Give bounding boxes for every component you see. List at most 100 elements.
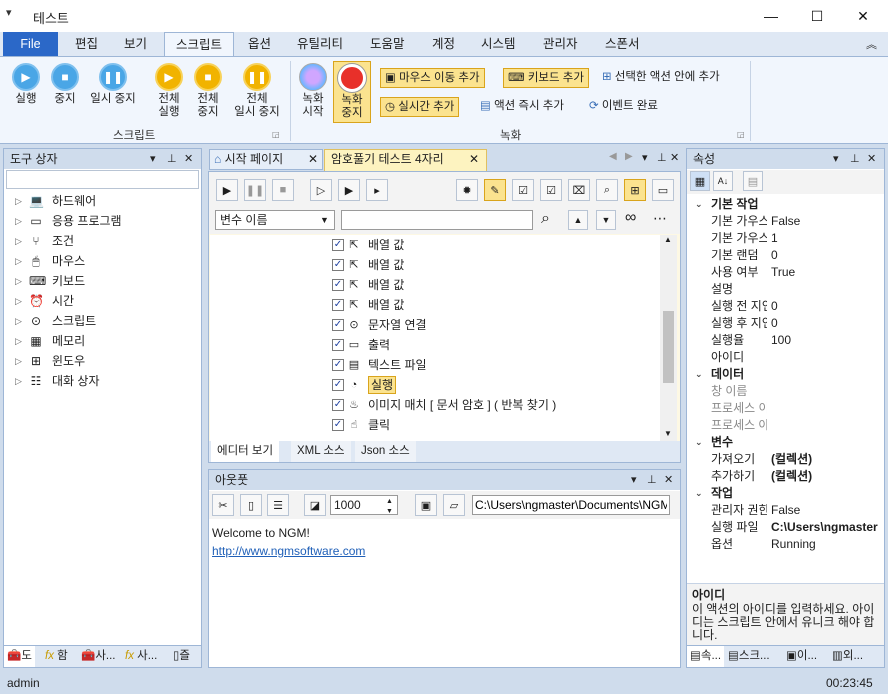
- step-over-icon[interactable]: ▶: [338, 179, 360, 201]
- property-row[interactable]: 설명: [687, 281, 884, 298]
- stop-icon[interactable]: ■: [272, 179, 294, 201]
- more-icon[interactable]: ⋯: [653, 210, 667, 227]
- run-all-button[interactable]: ▶ 전체 실행: [150, 63, 188, 119]
- folder-icon[interactable]: ▱: [443, 494, 465, 516]
- dropdown-icon[interactable]: ▾: [150, 149, 156, 169]
- eraser-icon[interactable]: ◪: [304, 494, 326, 516]
- property-row[interactable]: 실행 후 지연 0: [687, 315, 884, 332]
- property-row[interactable]: 추가하기 (컬렉션): [687, 468, 884, 485]
- tab-images[interactable]: ▣이...: [783, 646, 820, 667]
- vertical-scrollbar[interactable]: ▲ ▼: [660, 235, 677, 441]
- checkbox[interactable]: ✓: [332, 359, 344, 371]
- expand-icon[interactable]: ▷: [15, 191, 22, 211]
- new-log-icon[interactable]: ▯: [240, 494, 262, 516]
- tab-script[interactable]: 스크립트: [164, 32, 235, 56]
- collapse-icon[interactable]: ⌄: [695, 366, 703, 383]
- expand-icon[interactable]: ▷: [15, 291, 22, 311]
- property-category[interactable]: ⌄ 변수: [687, 434, 884, 451]
- property-row[interactable]: 가져오기 (컬렉션): [687, 451, 884, 468]
- lightbulb-icon[interactable]: ✹: [456, 179, 478, 201]
- tree-view-icon[interactable]: ⊞: [624, 179, 646, 201]
- run-button[interactable]: ▶ 실행: [6, 63, 46, 106]
- add-mouse-move-button[interactable]: ▣ 마우스 이동 추가: [380, 68, 485, 88]
- expand-icon[interactable]: ▷: [15, 211, 22, 231]
- close-icon[interactable]: ✕: [867, 149, 876, 169]
- pin-icon[interactable]: ⊥: [850, 149, 860, 169]
- tab-functions[interactable]: fx 함: [42, 646, 71, 667]
- property-row[interactable]: 실행율 100: [687, 332, 884, 349]
- laptop-icon[interactable]: ▭: [652, 179, 674, 201]
- add-in-selected-button[interactable]: ⊞ 선택한 액션 안에 추가: [598, 68, 724, 88]
- search-icon[interactable]: ⌕: [541, 210, 550, 228]
- tree-item-hardware[interactable]: ▷ 💻 하드웨어: [4, 191, 201, 211]
- checkbox[interactable]: ✓: [332, 419, 344, 431]
- stepper-down-icon[interactable]: ▼: [386, 503, 393, 521]
- add-realtime-button[interactable]: ◷ 실시간 추가: [380, 97, 460, 117]
- tab-user-functions[interactable]: fx 사...: [122, 646, 160, 667]
- tab-scroll-right-icon[interactable]: ▶: [625, 151, 633, 162]
- property-category[interactable]: ⌄ 기본 작업: [687, 196, 884, 213]
- collapse-icon[interactable]: ⌄: [695, 434, 703, 451]
- search-icon[interactable]: ⌕: [596, 179, 618, 201]
- dialog-launcher-icon[interactable]: ◲: [272, 130, 280, 139]
- sort-alpha-icon[interactable]: A↓: [713, 171, 733, 191]
- expand-icon[interactable]: ▷: [15, 271, 22, 291]
- tab-script-info[interactable]: ▤스크...: [725, 646, 773, 667]
- tab-file[interactable]: File: [3, 32, 58, 56]
- variable-search-input[interactable]: [341, 210, 533, 230]
- tree-item-mouse[interactable]: ▷ 🖱 마우스: [4, 251, 201, 271]
- move-down-icon[interactable]: ▼: [596, 210, 616, 230]
- checkbox[interactable]: ✓: [332, 239, 344, 251]
- tab-utility[interactable]: 유틸리티: [286, 32, 354, 56]
- checkbox[interactable]: ✓: [332, 339, 344, 351]
- close-button[interactable]: ✕: [840, 0, 886, 32]
- minimize-button[interactable]: —: [748, 0, 794, 32]
- checkbox[interactable]: ✓: [332, 379, 344, 391]
- collapse-icon[interactable]: ⌄: [695, 485, 703, 502]
- checkbox[interactable]: ✓: [332, 299, 344, 311]
- expand-icon[interactable]: ▷: [15, 311, 22, 331]
- tree-item-memory[interactable]: ▷ ▦ 메모리: [4, 331, 201, 351]
- tree-item-script[interactable]: ▷ ⊙ 스크립트: [4, 311, 201, 331]
- tab-sponsor[interactable]: 스폰서: [594, 32, 651, 56]
- tab-account[interactable]: 계정: [421, 32, 466, 56]
- interval-stepper[interactable]: 1000 ▲ ▼: [330, 495, 398, 515]
- collapse-ribbon-icon[interactable]: ︽: [866, 36, 877, 52]
- save-icon[interactable]: ▣: [415, 494, 437, 516]
- check-all-icon[interactable]: ☑: [512, 179, 534, 201]
- expand-icon[interactable]: ▷: [15, 371, 22, 391]
- tab-favorites[interactable]: ▯즐: [170, 646, 193, 667]
- maximize-button[interactable]: ☐: [794, 0, 840, 32]
- pin-icon[interactable]: ⊥: [647, 470, 657, 490]
- property-row[interactable]: 프로세스 아이디: [687, 417, 884, 434]
- property-row[interactable]: 아이디: [687, 349, 884, 366]
- tab-scroll-left-icon[interactable]: ◀: [609, 151, 617, 162]
- tab-password-test[interactable]: 암호풀기 테스트 4자리 ✕: [324, 149, 487, 171]
- property-row[interactable]: 기본 가우스 1: [687, 230, 884, 247]
- stop-button[interactable]: ■ 중지: [45, 63, 85, 106]
- step-into-icon[interactable]: ▸: [366, 179, 388, 201]
- tab-start-page[interactable]: ⌂ 시작 페이지 ✕: [209, 149, 323, 170]
- tab-xml-source[interactable]: XML 소스: [291, 441, 351, 462]
- tab-help[interactable]: 도움말: [359, 32, 416, 56]
- tree-item-condition[interactable]: ▷ ⑂ 조건: [4, 231, 201, 251]
- property-row[interactable]: 기본 랜덤 0: [687, 247, 884, 264]
- toolbox-search-input[interactable]: [6, 170, 199, 189]
- tab-user-actions[interactable]: 🧰사...: [78, 646, 119, 667]
- log-path-input[interactable]: [472, 495, 670, 515]
- close-icon[interactable]: ✕: [469, 150, 479, 169]
- tab-admin[interactable]: 관리자: [532, 32, 589, 56]
- checkbox[interactable]: ✓: [332, 319, 344, 331]
- variable-select[interactable]: 변수 이름 ▼: [215, 210, 335, 230]
- tab-view[interactable]: 보기: [113, 32, 158, 56]
- checkbox[interactable]: ✓: [332, 259, 344, 271]
- tab-options[interactable]: 옵션: [237, 32, 282, 56]
- tab-json-source[interactable]: Json 소스: [355, 441, 416, 462]
- stop-all-button[interactable]: ■ 전체 중지: [189, 63, 227, 119]
- property-row[interactable]: 실행 파일 C:\Users\ngmaster: [687, 519, 884, 536]
- property-row[interactable]: 사용 여부 True: [687, 264, 884, 281]
- record-stop-button[interactable]: 녹화 중지: [333, 61, 371, 123]
- checkbox[interactable]: ✓: [332, 279, 344, 291]
- categorized-icon[interactable]: ▦: [690, 171, 710, 191]
- property-row[interactable]: 관리자 권한 False: [687, 502, 884, 519]
